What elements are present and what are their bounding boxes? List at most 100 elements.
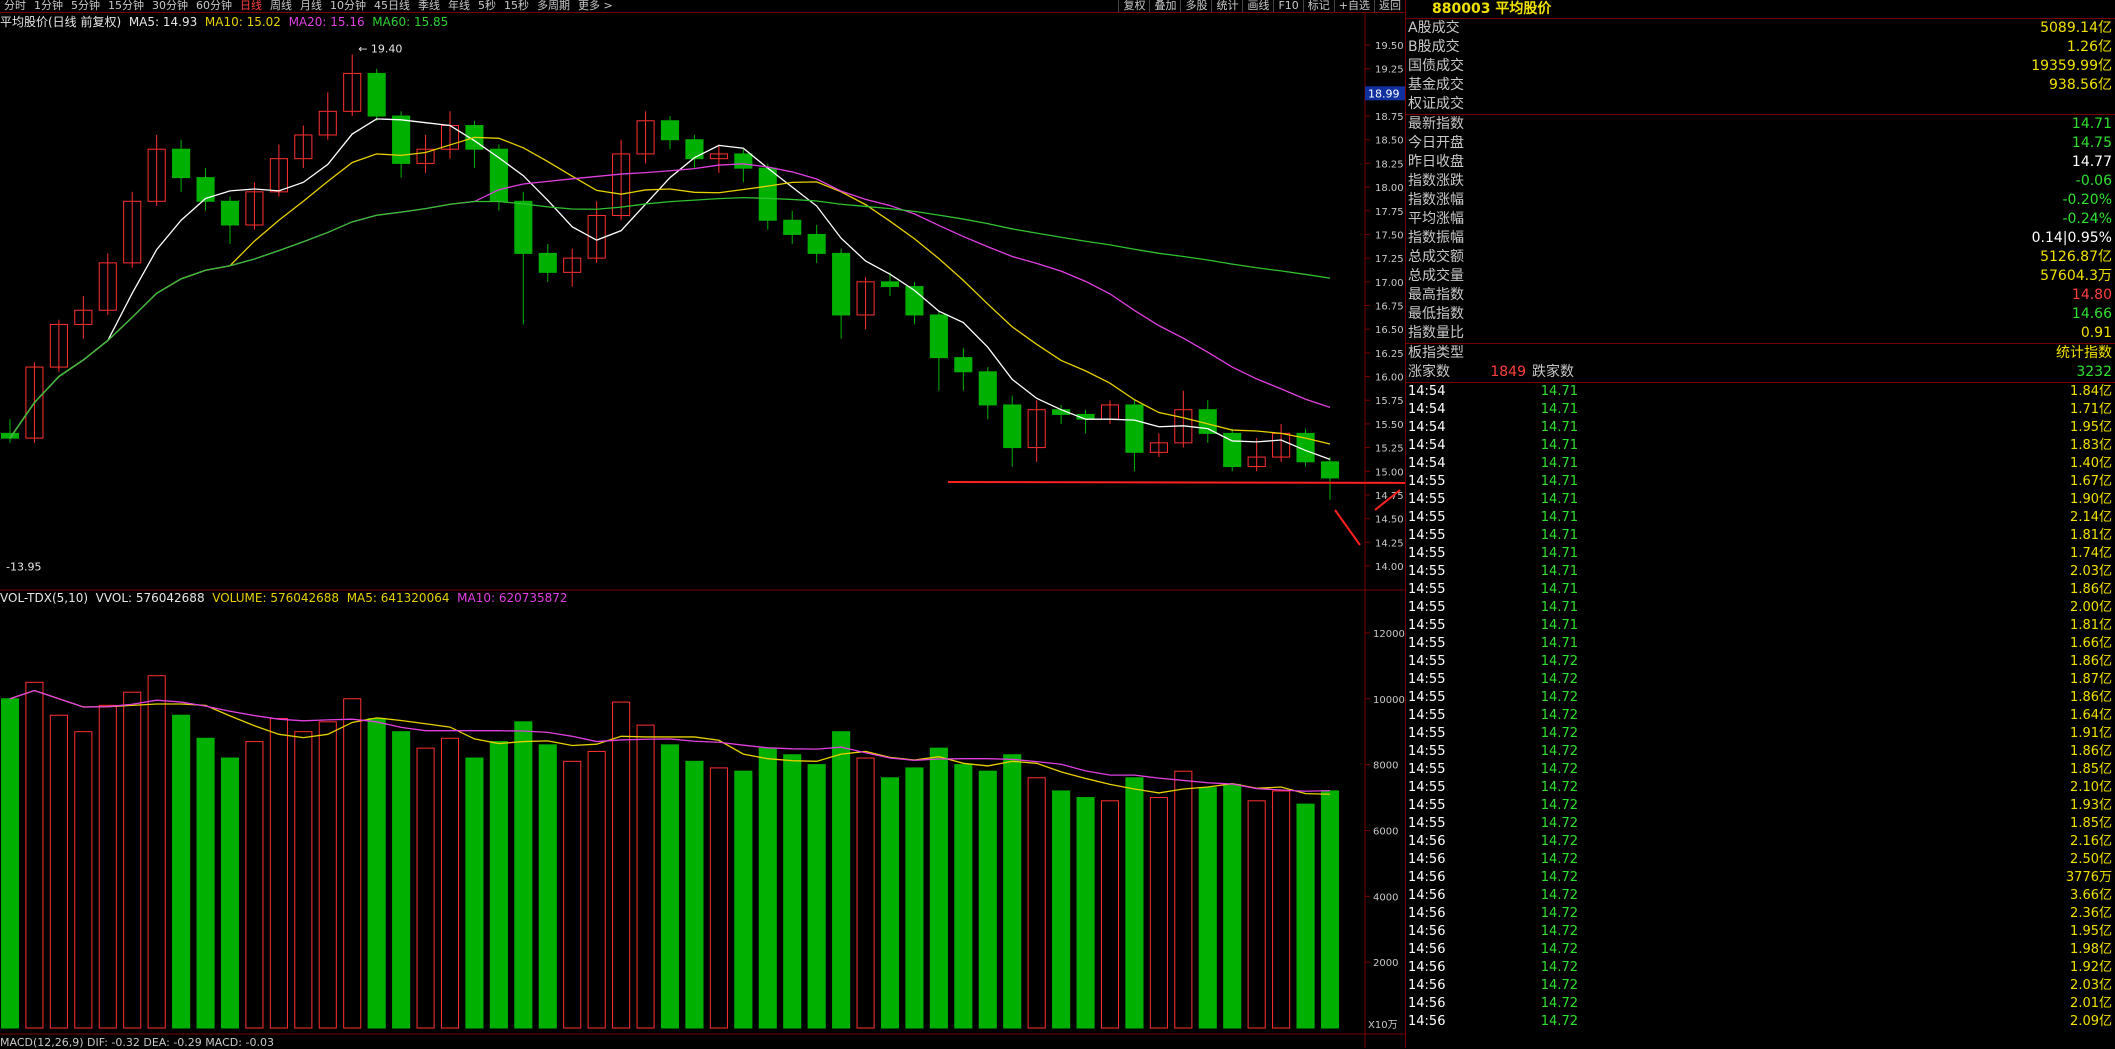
- volume-bar: [1296, 803, 1315, 1029]
- price-tick-label: 18.75: [1375, 112, 1404, 123]
- tick-time: 14:55: [1408, 780, 1446, 795]
- volume-tick-label: 2000: [1373, 958, 1398, 969]
- tick-volume: 2.16亿: [2070, 834, 2112, 849]
- tick-price: 14.71: [1540, 438, 1578, 453]
- volume-bar: [685, 760, 704, 1029]
- turnover-row: A股成交 5089.14亿: [1406, 19, 2115, 38]
- tick-row: 14:54 14.71 1.40亿: [1406, 455, 2115, 473]
- volume-bar: [954, 764, 973, 1029]
- volume-bar: [123, 691, 142, 1029]
- tick-time: 14:56: [1408, 978, 1446, 993]
- volume-bar: [538, 744, 557, 1029]
- tick-row: 14:55 14.71 2.03亿: [1406, 563, 2115, 581]
- volume-bar: [343, 698, 362, 1029]
- index-stat-row: 昨日收盘 14.77: [1406, 153, 2115, 172]
- tick-row: 14:55 14.71 1.66亿: [1406, 635, 2115, 653]
- tick-time: 14:55: [1408, 510, 1446, 525]
- index-stat-label: 总成交量: [1408, 268, 1464, 284]
- turnover-value: 938.56亿: [2049, 77, 2112, 93]
- price-tick-label: 14.25: [1375, 538, 1404, 549]
- tick-price: 14.72: [1540, 708, 1578, 723]
- index-stat-label: 指数量比: [1408, 325, 1464, 341]
- volume-bar: [318, 721, 337, 1029]
- volume-bar: [709, 767, 728, 1029]
- tick-price: 14.71: [1540, 456, 1578, 471]
- volume-tick-label: 4000: [1373, 892, 1398, 903]
- support-line: [947, 481, 1405, 484]
- tick-row: 14:56 14.72 1.92亿: [1406, 959, 2115, 977]
- tick-row: 14:55 14.72 1.85亿: [1406, 815, 2115, 833]
- tick-price: 14.71: [1540, 402, 1578, 417]
- volume-tick-label: 10000: [1373, 695, 1405, 706]
- tick-volume: 2.03亿: [2070, 564, 2112, 579]
- volume-bar: [1027, 777, 1046, 1029]
- index-stat-label: 最高指数: [1408, 287, 1464, 303]
- tick-time: 14:56: [1408, 1014, 1446, 1029]
- index-stat-value: 0.14|0.95%: [2031, 230, 2112, 246]
- price-tick-label: 19.50: [1375, 41, 1404, 52]
- tick-row: 14:55 14.72 1.86亿: [1406, 689, 2115, 707]
- tick-time: 14:55: [1408, 492, 1446, 507]
- volume-bar: [929, 747, 948, 1029]
- tick-time: 14:56: [1408, 942, 1446, 957]
- tick-volume: 1.40亿: [2070, 456, 2112, 471]
- tick-list[interactable]: 14:54 14.71 1.84亿 14:54 14.71 1.71亿 14:54 14.71…: [1406, 383, 2115, 1031]
- trend-arrow: [1334, 509, 1361, 546]
- kline-chart[interactable]: 19.5019.2519.0018.7518.5018.2518.0017.75…: [0, 0, 1405, 1048]
- tick-row: 14:56 14.72 2.01亿: [1406, 995, 2115, 1013]
- candle-body: [783, 219, 802, 235]
- volume-bar: [807, 764, 826, 1029]
- tick-row: 14:56 14.72 2.16亿: [1406, 833, 2115, 851]
- tick-time: 14:55: [1408, 546, 1446, 561]
- candle-body: [978, 371, 997, 406]
- index-stat-label: 指数涨幅: [1408, 192, 1464, 208]
- tick-volume: 3776万: [2065, 870, 2112, 885]
- tick-time: 14:56: [1408, 924, 1446, 939]
- candle-body: [538, 252, 557, 273]
- tick-time: 14:56: [1408, 870, 1446, 885]
- volume-bar: [734, 770, 753, 1029]
- volume-bar: [1272, 790, 1291, 1029]
- tick-row: 14:54 14.71 1.84亿: [1406, 383, 2115, 401]
- volume-bar: [1076, 797, 1095, 1029]
- tick-price: 14.71: [1540, 384, 1578, 399]
- volume-bar: [74, 731, 93, 1029]
- tick-row: 14:55 14.71 2.14亿: [1406, 509, 2115, 527]
- volume-bar: [269, 718, 288, 1029]
- volume-bar: [1149, 797, 1168, 1029]
- tick-row: 14:55 14.71 1.67亿: [1406, 473, 2115, 491]
- ma20-line: [9, 163, 1331, 439]
- candle-body: [929, 314, 948, 359]
- volume-bar: [147, 675, 166, 1029]
- candle-body: [880, 281, 900, 288]
- down-count-value: 3232: [2076, 364, 2112, 380]
- tick-volume: 2.10亿: [2070, 780, 2112, 795]
- tick-row: 14:54 14.71 1.95亿: [1406, 419, 2115, 437]
- volume-bar: [1100, 800, 1120, 1029]
- turnover-value: 19359.99亿: [2031, 58, 2112, 74]
- volume-bar: [880, 777, 900, 1029]
- tick-row: 14:55 14.71 1.86亿: [1406, 581, 2115, 599]
- tick-price: 14.72: [1540, 852, 1578, 867]
- tick-volume: 1.84亿: [2070, 384, 2112, 399]
- tick-price: 14.72: [1540, 816, 1578, 831]
- volume-bar: [25, 681, 44, 1029]
- volume-bar: [612, 701, 631, 1029]
- tick-volume: 1.81亿: [2070, 528, 2112, 543]
- tick-price: 14.72: [1540, 960, 1578, 975]
- candle-body: [685, 139, 704, 160]
- tick-time: 14:56: [1408, 906, 1446, 921]
- index-stat-row: 指数量比 0.91: [1406, 324, 2115, 343]
- price-tick-label: 17.00: [1375, 278, 1404, 289]
- low-price-label: -13.95: [6, 561, 41, 574]
- volume-bar: [196, 737, 215, 1029]
- volume-bar: [489, 741, 508, 1029]
- tick-row: 14:54 14.71 1.71亿: [1406, 401, 2115, 419]
- volume-bar: [1052, 790, 1071, 1029]
- tick-time: 14:54: [1408, 456, 1446, 471]
- tick-price: 14.71: [1540, 528, 1578, 543]
- price-tick-label: 15.00: [1375, 467, 1404, 478]
- volume-bar: [1125, 777, 1144, 1029]
- tick-price: 14.72: [1540, 924, 1578, 939]
- price-tick-label: 16.25: [1375, 349, 1404, 360]
